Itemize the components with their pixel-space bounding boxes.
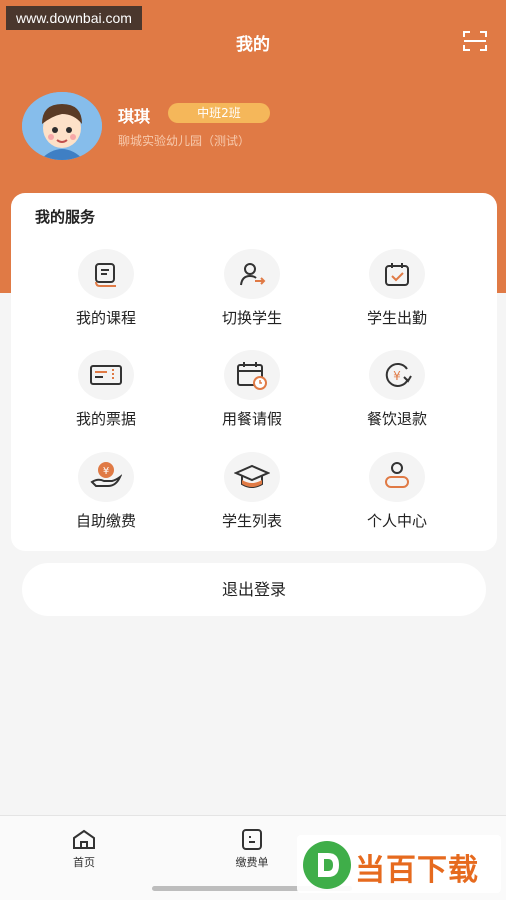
service-personal-center[interactable]: 个人中心 bbox=[337, 452, 457, 542]
book-icon bbox=[78, 249, 134, 299]
switch-student-icon bbox=[224, 249, 280, 299]
services-title: 我的服务 bbox=[35, 208, 96, 226]
class-badge: 中班2班 bbox=[168, 103, 270, 123]
service-label: 学生出勤 bbox=[366, 309, 427, 327]
site-watermark: www.downbai.com bbox=[6, 6, 142, 30]
home-icon bbox=[73, 829, 95, 849]
service-attendance[interactable]: 学生出勤 bbox=[337, 249, 457, 339]
service-label: 自助缴费 bbox=[75, 512, 136, 530]
calendar-check-icon bbox=[369, 249, 425, 299]
service-meal-leave[interactable]: 用餐请假 bbox=[192, 350, 312, 440]
person-icon bbox=[369, 452, 425, 502]
service-my-receipts[interactable]: 我的票据 bbox=[46, 350, 166, 440]
school-name: 聊城实验幼儿园（测试） bbox=[118, 134, 251, 148]
service-label: 我的票据 bbox=[75, 410, 136, 428]
tab-home[interactable]: 首页 bbox=[44, 828, 124, 869]
tab-label: 首页 bbox=[73, 856, 95, 869]
brand-watermark: 当百下载 bbox=[297, 835, 501, 893]
service-student-list[interactable]: 学生列表 bbox=[192, 452, 312, 542]
service-label: 个人中心 bbox=[366, 512, 427, 530]
refund-icon: ¥ bbox=[369, 350, 425, 400]
brand-logo-icon bbox=[303, 841, 351, 889]
tab-bill[interactable]: 缴费单 bbox=[212, 828, 292, 869]
tab-label: 缴费单 bbox=[235, 856, 269, 869]
service-label: 餐饮退款 bbox=[366, 410, 427, 428]
ticket-icon bbox=[78, 350, 134, 400]
service-label: 学生列表 bbox=[221, 512, 282, 530]
bill-icon bbox=[242, 829, 262, 850]
service-self-payment[interactable]: ¥ 自助缴费 bbox=[46, 452, 166, 542]
avatar[interactable] bbox=[22, 92, 102, 160]
calendar-clock-icon bbox=[224, 350, 280, 400]
svg-text:¥: ¥ bbox=[103, 466, 109, 477]
hand-coin-icon: ¥ bbox=[78, 452, 134, 502]
page-title: 我的 bbox=[236, 35, 270, 55]
service-my-courses[interactable]: 我的课程 bbox=[46, 249, 166, 339]
service-switch-student[interactable]: 切换学生 bbox=[192, 249, 312, 339]
scan-icon[interactable] bbox=[462, 30, 488, 52]
service-meal-refund[interactable]: ¥ 餐饮退款 bbox=[337, 350, 457, 440]
brand-watermark-text: 当百下载 bbox=[355, 853, 479, 888]
student-name: 琪琪 bbox=[118, 107, 151, 126]
service-label: 切换学生 bbox=[221, 309, 282, 327]
logout-button[interactable]: 退出登录 bbox=[22, 563, 486, 616]
svg-text:¥: ¥ bbox=[393, 369, 401, 383]
service-label: 用餐请假 bbox=[221, 410, 282, 428]
services-card: 我的服务 我的课程 切换学生 学生出勤 我的票据 用餐请假 ¥ 餐饮退款 ¥ 自… bbox=[11, 193, 497, 551]
service-label: 我的课程 bbox=[75, 309, 136, 327]
graduation-cap-icon bbox=[224, 452, 280, 502]
